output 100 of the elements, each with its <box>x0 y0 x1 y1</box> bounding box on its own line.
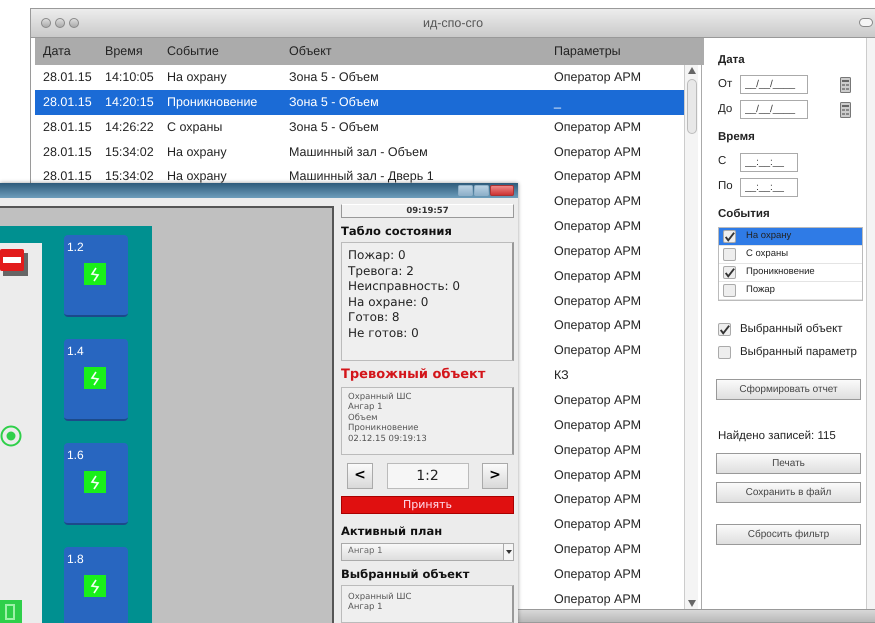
field-label: До <box>718 102 734 118</box>
calendar-icon[interactable] <box>840 76 851 93</box>
toolbar-toggle-button[interactable] <box>859 18 873 27</box>
table-cell-text: Оператор АРМ <box>554 168 642 186</box>
check-icon <box>724 266 735 279</box>
checkbox-label: Выбранный объект <box>740 322 843 337</box>
check-icon <box>724 230 735 243</box>
lightning-icon <box>84 575 106 597</box>
lightning-icon <box>84 471 106 493</box>
checkbox[interactable] <box>723 230 736 243</box>
section-label: Дата <box>718 53 746 68</box>
event-filter-item[interactable]: На охрану <box>719 228 862 246</box>
zone-tile[interactable]: 1.8 <box>64 547 128 623</box>
report-button[interactable]: Сформировать отчет <box>716 379 861 400</box>
record-count: Найдено записей: 115 <box>718 429 837 444</box>
table-cell-text: 14:10:05 <box>105 69 155 86</box>
event-filter-item[interactable]: Пожар <box>719 282 862 300</box>
action-button[interactable]: Сохранить в файл <box>716 482 861 502</box>
table-cell-text: 28.01.15 <box>43 118 93 136</box>
table-cell-text: _ <box>554 94 562 111</box>
column-header[interactable]: Объект <box>289 42 554 61</box>
status-line: Готов: 8 <box>348 310 401 326</box>
section-title: Активный план <box>341 523 444 540</box>
table-row[interactable]: 28.01.15 14:10:05 На охрану Зона 5 - Объем Оператор АРМ <box>35 65 684 90</box>
zone-tile[interactable]: 1.4 <box>64 339 128 421</box>
column-header[interactable]: Событие <box>167 42 289 61</box>
event-filter-item[interactable]: Проникновение <box>719 264 862 282</box>
input-field[interactable]: __/__/____ <box>740 100 808 120</box>
table-cell-text: Зона 5 - Объем <box>289 118 380 136</box>
door-icon <box>0 600 22 623</box>
status-line: Неисправность: 0 <box>348 279 462 295</box>
checkbox[interactable] <box>723 284 736 297</box>
close-button[interactable] <box>490 185 514 196</box>
table-cell-text: Машинный зал - Объем <box>289 144 429 161</box>
object-line: Охранный ШС <box>348 592 412 602</box>
section-title: Табло состояния <box>341 223 453 240</box>
checkbox[interactable] <box>718 346 731 360</box>
calendar-icon[interactable] <box>840 102 851 118</box>
table-cell-text: 28.01.15 <box>43 144 93 161</box>
table-cell-text: 14:26:22 <box>105 118 155 136</box>
table-cell-text: На охрану <box>167 69 228 86</box>
plan-dropdown[interactable]: Ангар 1 <box>341 542 514 561</box>
checkbox[interactable] <box>723 248 736 261</box>
action-button[interactable]: Печать <box>716 452 861 474</box>
alarm-line: Объем <box>348 412 379 424</box>
selected-row[interactable]: 28.01.15 14:20:15 Проникновение Зона 5 - Объем _ <box>35 90 684 115</box>
field-label: По <box>718 179 734 194</box>
column-header[interactable]: Параметры <box>554 42 704 61</box>
table-cell-text: На охрану <box>167 144 228 161</box>
alarm-line: Охранный ШС <box>348 392 412 402</box>
checkbox[interactable] <box>723 266 736 279</box>
checkbox[interactable] <box>718 322 731 336</box>
column-header[interactable]: Дата <box>43 42 105 61</box>
caret-icon <box>506 550 512 554</box>
section-title: Выбранный объект <box>341 566 470 583</box>
table-cell-text: 28.01.15 <box>43 94 93 111</box>
field-label: С <box>718 154 728 170</box>
table-cell-text: Проникновение <box>167 94 258 111</box>
minimize-button[interactable] <box>458 185 473 196</box>
table-cell-text: Зона 5 - Объем <box>289 94 380 111</box>
zone-label: 1.8 <box>67 551 84 568</box>
next-button[interactable]: > <box>482 462 508 489</box>
check-icon <box>719 322 730 336</box>
table-cell-text: Оператор АРМ <box>554 118 642 136</box>
zone-tile[interactable]: 1.6 <box>64 443 128 525</box>
table-row[interactable]: 28.01.15 14:26:22 С охраны Зона 5 - Объем Оператор АРМ <box>35 114 684 140</box>
field-label: От <box>718 77 734 92</box>
table-cell-text: С охраны <box>167 118 224 136</box>
page-field: 1:2 <box>386 462 468 489</box>
table-row[interactable]: 28.01.15 15:34:02 На охрану Машинный зал - Объем Оператор АРМ <box>35 140 684 164</box>
table-cell-text: Оператор АРМ <box>554 144 642 161</box>
input-field[interactable]: __/__/____ <box>740 75 808 94</box>
zone-label: 1.4 <box>67 343 84 360</box>
alarm-title: Тревожный объект <box>341 366 486 384</box>
object-line: Ангар 1 <box>348 602 384 613</box>
alarm-line: Проникновение <box>348 423 420 434</box>
zone-tile[interactable]: 1.2 <box>64 235 128 317</box>
scrollbar-thumb[interactable] <box>686 79 696 134</box>
target-icon <box>0 425 22 447</box>
reset-button[interactable]: Сбросить фильтр <box>716 524 861 544</box>
accept-button[interactable]: Принять <box>341 496 514 514</box>
input-field[interactable]: __:__:__ <box>740 178 798 196</box>
event-filter-item[interactable]: С охраны <box>719 246 862 264</box>
alarm-line: Ангар 1 <box>348 402 384 413</box>
input-field[interactable]: __:__:__ <box>740 152 798 172</box>
column-header[interactable]: Время <box>105 42 167 61</box>
table-cell-text: 14:20:15 <box>105 94 155 111</box>
zone-label: 1.2 <box>67 239 84 256</box>
table-cell-text: 28.01.15 <box>43 69 93 86</box>
table-cell-text: На охрану <box>167 168 228 186</box>
table-cell-text: 15:34:02 <box>105 168 155 186</box>
status-line: Не готов: 0 <box>348 326 420 342</box>
lightning-icon <box>84 263 106 285</box>
maximize-button[interactable] <box>474 185 489 196</box>
table-cell-text: 15:34:02 <box>105 144 155 161</box>
alarm-line: 02.12.15 09:19:13 <box>348 434 428 444</box>
table-cell-text: Машинный зал - Дверь 1 <box>289 168 435 186</box>
scrollbar[interactable] <box>684 65 698 609</box>
previous-button[interactable]: < <box>347 462 373 489</box>
scrollbar[interactable] <box>866 38 875 609</box>
